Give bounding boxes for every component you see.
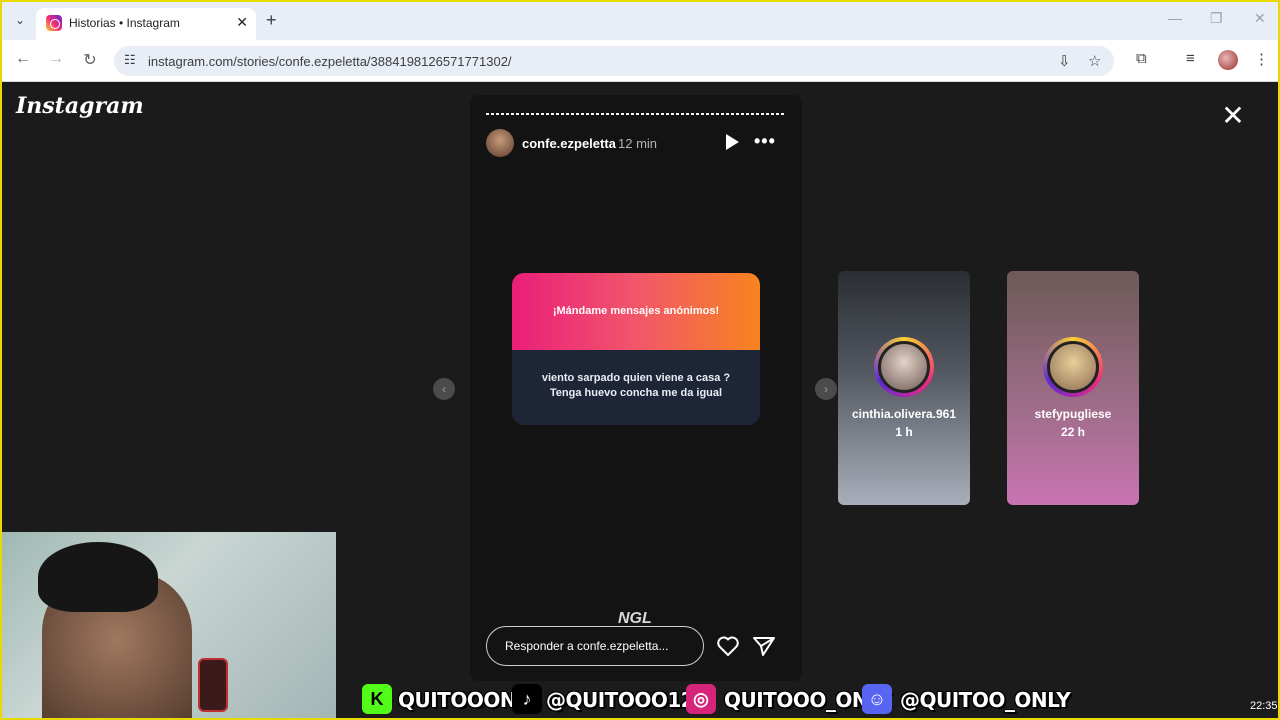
kick-icon: K [362,684,392,714]
new-tab-button[interactable]: + [266,10,277,31]
preview-username: stefypugliese [1034,407,1112,421]
profile-avatar[interactable] [1218,50,1238,70]
system-clock: 22:35 [1250,700,1278,712]
media-controls-icon[interactable]: ≡ [1186,50,1195,67]
play-icon[interactable] [724,133,740,151]
tiktok-handle: @QUITOOO120 [546,688,708,712]
instagram-icon: ◎ [686,684,716,714]
preview-time: 1 h [895,425,913,439]
close-icon[interactable]: ✕ [1218,101,1248,131]
browser-menu-icon[interactable]: ⋮ [1254,50,1269,68]
heart-icon[interactable] [716,635,740,657]
tab-instagram[interactable]: Historias • Instagram ✕ [36,8,256,40]
story-preview-card[interactable]: stefypugliese 22 h [1007,271,1139,505]
instagram-favicon-icon [46,15,62,31]
story-ring [874,337,934,397]
minimize-button[interactable]: — [1168,10,1182,26]
phone-in-hand [198,658,228,712]
reload-button[interactable]: ↻ [79,50,101,70]
screen: ⌄ Historias • Instagram ✕ + — ❐ ✕ ← → ↻ … [0,0,1280,720]
browser-toolbar: ← → ↻ ☷ instagram.com/stories/confe.ezpe… [2,40,1278,82]
preview-username: cinthia.olivera.961 [851,407,957,421]
story-timestamp: 12 min [618,136,658,151]
tiktok-icon: ♪ [512,684,542,714]
avatar[interactable] [486,129,514,157]
extensions-icon[interactable]: ⧉ [1136,50,1147,67]
forward-button[interactable]: → [45,50,67,68]
ngl-card-message: viento sarpado quien viene a casa ? Teng… [512,371,760,401]
ngl-question-card: ¡Mándame mensajes anónimos! viento sarpa… [512,273,760,425]
story-username[interactable]: confe.ezpeletta [522,136,616,151]
ngl-card-header: ¡Mándame mensajes anónimos! [512,273,760,350]
browser-tab-bar: ⌄ Historias • Instagram ✕ + — ❐ ✕ [2,2,1278,40]
url-text[interactable]: instagram.com/stories/confe.ezpeletta/38… [148,54,512,69]
preview-time: 22 h [1060,425,1085,439]
tab-close-icon[interactable]: ✕ [236,14,248,31]
window-close-button[interactable]: ✕ [1254,10,1266,27]
discord-handle: @QUITOO_ONLY [900,688,1071,712]
webcam-overlay [2,532,336,718]
more-options-icon[interactable]: ••• [754,131,776,152]
address-bar[interactable]: ☷ instagram.com/stories/confe.ezpeletta/… [114,46,1114,76]
tab-title: Historias • Instagram [69,16,180,30]
ngl-card-title: ¡Mándame mensajes anónimos! [552,305,720,317]
discord-icon: ☺ [862,684,892,714]
story-panel: confe.ezpeletta 12 min ••• ¡Mándame mens… [470,95,802,681]
restore-button[interactable]: ❐ [1210,10,1223,27]
ngl-message-line: viento sarpado quien viene a casa ? [541,372,731,384]
tab-search-icon[interactable]: ⌄ [10,10,30,30]
story-preview-card[interactable]: cinthia.olivera.961 1 h [838,271,970,505]
reply-placeholder: Responder a confe.ezpeletta... [505,639,669,653]
back-button[interactable]: ← [12,50,34,68]
previous-story-button[interactable]: ‹ [433,378,455,400]
story-progress-bar [486,113,786,115]
story-ring [1043,337,1103,397]
avatar [1047,341,1099,393]
bookmark-star-icon[interactable]: ☆ [1088,52,1101,70]
next-story-button[interactable]: › [815,378,837,400]
send-icon[interactable] [752,635,776,657]
reply-input[interactable]: Responder a confe.ezpeletta... [486,626,704,666]
instagram-logo[interactable]: Instagram [16,93,144,119]
streamer-hair [38,542,158,612]
ngl-message-line: Tenga huevo concha me da igual [549,387,723,399]
install-app-icon[interactable]: ⇩ [1058,52,1071,70]
social-handles-bar: K QUITOOONLY ♪ @QUITOOO120 ◎ QUITOOO_ONL… [362,682,1071,718]
avatar [878,341,930,393]
site-info-icon[interactable]: ☷ [124,52,136,68]
